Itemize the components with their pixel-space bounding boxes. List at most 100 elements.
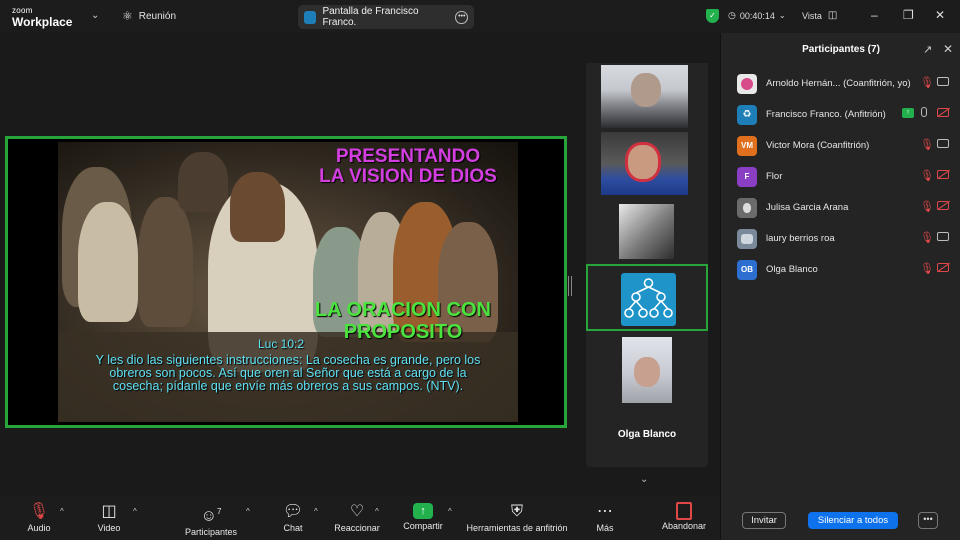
mic-muted-icon[interactable]: 🎙︎: [920, 231, 934, 244]
close-window-icon[interactable]: ✕: [935, 8, 945, 22]
clock-icon: ◷: [728, 10, 736, 20]
share-source-icon: [304, 10, 317, 24]
security-shield-icon[interactable]: ✓: [706, 9, 719, 23]
camera-off-icon[interactable]: [937, 108, 949, 117]
participants-button[interactable]: ☺7 Participantes: [180, 496, 242, 540]
leave-door-icon: [676, 502, 692, 520]
more-button[interactable]: ⋯ Más: [588, 496, 622, 540]
slide-image: PRESENTANDO LA VISION DE DIOS LA ORACION…: [58, 142, 518, 422]
video-tile-active[interactable]: [586, 264, 708, 331]
close-panel-icon[interactable]: ✕: [943, 42, 953, 56]
camera-icon[interactable]: [937, 139, 949, 148]
meeting-toolbar: 🎙︎ Audio ^ ◫ Video ^ ☺7 Participantes ^ …: [0, 496, 720, 540]
mic-icon[interactable]: [921, 107, 927, 117]
camera-off-icon[interactable]: [937, 170, 949, 179]
share-options-caret[interactable]: ^: [448, 507, 452, 516]
popout-icon[interactable]: ↗: [923, 43, 932, 56]
more-options-icon[interactable]: •••: [455, 10, 468, 24]
chevron-down-icon[interactable]: ⌄: [640, 474, 648, 485]
slide-title: PRESENTANDO LA VISION DE DIOS: [319, 146, 497, 187]
figure-shape: [138, 197, 193, 327]
participant-photo: [619, 204, 674, 259]
view-button[interactable]: Vista ◫: [802, 10, 837, 21]
participant-row[interactable]: laury berrios roa 🎙︎: [721, 224, 960, 252]
paw-icon: ⚛: [122, 9, 133, 23]
invite-button[interactable]: Invitar: [742, 512, 786, 529]
meeting-info-button[interactable]: ⚛ Reunión: [122, 9, 176, 23]
avatar: VM: [737, 136, 757, 156]
video-tile[interactable]: [586, 335, 708, 405]
resize-handle[interactable]: [568, 276, 572, 296]
audio-options-caret[interactable]: ^: [60, 507, 64, 516]
participant-video: [622, 337, 672, 403]
participant-video: [601, 65, 688, 128]
react-options-caret[interactable]: ^: [375, 507, 379, 516]
grid-view-icon: ◫: [827, 10, 838, 21]
people-icon: ☺7: [200, 507, 222, 525]
participants-panel: Participantes (7) ↗ ✕ Arnoldo Hernán... …: [720, 33, 960, 540]
video-button[interactable]: ◫ Video: [88, 496, 130, 540]
participant-row[interactable]: VM Victor Mora (Coanfitrión) 🎙︎: [721, 131, 960, 159]
slide-verse: Y les dio las siguientes instrucciones: …: [95, 353, 481, 393]
mic-muted-icon[interactable]: 🎙︎: [920, 200, 934, 213]
mute-all-button[interactable]: Silenciar a todos: [808, 512, 898, 529]
avatar: F: [737, 167, 757, 187]
participants-options-caret[interactable]: ^: [246, 507, 250, 516]
slide-reference: Luc 10:2: [258, 337, 305, 351]
host-tools-button[interactable]: ⛨ Herramientas de anfitrión: [464, 496, 570, 540]
avatar: ♻: [737, 105, 757, 125]
mic-muted-icon: 🎙︎: [28, 503, 50, 520]
avatar: OB: [737, 260, 757, 280]
mic-muted-icon[interactable]: 🎙︎: [920, 76, 934, 89]
leave-button[interactable]: Abandonar: [658, 496, 710, 540]
mic-muted-icon[interactable]: 🎙︎: [920, 262, 934, 275]
participant-row[interactable]: F Flor 🎙︎: [721, 162, 960, 190]
screen-share-pill[interactable]: Pantalla de Francisco Franco. •••: [298, 5, 474, 29]
video-camera-icon: ◫: [101, 503, 117, 520]
chat-options-caret[interactable]: ^: [314, 507, 318, 516]
minimize-icon[interactable]: –: [871, 8, 878, 22]
more-options-button[interactable]: •••: [918, 512, 938, 529]
mic-muted-icon[interactable]: 🎙︎: [920, 169, 934, 182]
camera-off-icon[interactable]: [937, 263, 949, 272]
title-bar: zoom Workplace ⌄ ⚛ Reunión Pantalla de F…: [0, 0, 960, 33]
mic-muted-icon[interactable]: 🎙︎: [920, 138, 934, 151]
screen-share-icon: ↑: [902, 108, 914, 118]
chat-bubble-icon: 💬︎: [282, 503, 304, 520]
camera-icon[interactable]: [937, 77, 949, 86]
share-button[interactable]: ↑ Compartir: [398, 496, 448, 540]
shared-screen[interactable]: PRESENTANDO LA VISION DE DIOS LA ORACION…: [5, 136, 567, 428]
video-options-caret[interactable]: ^: [133, 507, 137, 516]
chevron-down-icon[interactable]: ⌄: [779, 11, 786, 20]
figure-shape: [78, 202, 138, 322]
camera-icon[interactable]: [937, 232, 949, 241]
slide-subtitle: LA ORACION CON PROPOSITO: [315, 299, 491, 343]
camera-off-icon[interactable]: [937, 201, 949, 210]
chat-button[interactable]: 💬︎ Chat: [274, 496, 312, 540]
meeting-timer: ◷ 00:40:14 ⌄: [728, 10, 786, 21]
more-dots-icon: ⋯: [597, 503, 613, 520]
share-screen-icon: ↑: [413, 503, 433, 519]
participant-count: 7: [216, 507, 222, 516]
zoom-logo: zoom Workplace: [12, 6, 73, 29]
avatar: [737, 74, 757, 94]
avatar: [737, 229, 757, 249]
maximize-icon[interactable]: ❐: [903, 8, 914, 22]
figure-shape: [178, 152, 228, 212]
chevron-down-icon[interactable]: ⌄: [91, 10, 99, 21]
video-tile[interactable]: [586, 197, 708, 264]
participant-video: [601, 132, 688, 195]
participant-row[interactable]: OB Olga Blanco 🎙︎: [721, 255, 960, 283]
react-button[interactable]: ♡ Reaccionar: [332, 496, 382, 540]
active-speaker-name: Olga Blanco: [617, 429, 677, 440]
meeting-stage: PRESENTANDO LA VISION DE DIOS LA ORACION…: [0, 33, 720, 496]
participant-row[interactable]: Julisa Garcia Arana 🎙︎: [721, 193, 960, 221]
participant-row[interactable]: ♻ Francisco Franco. (Anfitrión) ↑: [721, 100, 960, 128]
audio-button[interactable]: 🎙︎ Audio: [18, 496, 60, 540]
video-tile[interactable]: [586, 130, 708, 197]
video-tile[interactable]: [586, 63, 708, 130]
participant-row[interactable]: Arnoldo Hernán... (Coanfitrión, yo) 🎙︎: [721, 69, 960, 97]
figure-shape: [230, 172, 285, 242]
avatar: [737, 198, 757, 218]
shield-icon: ⛨: [510, 503, 523, 520]
